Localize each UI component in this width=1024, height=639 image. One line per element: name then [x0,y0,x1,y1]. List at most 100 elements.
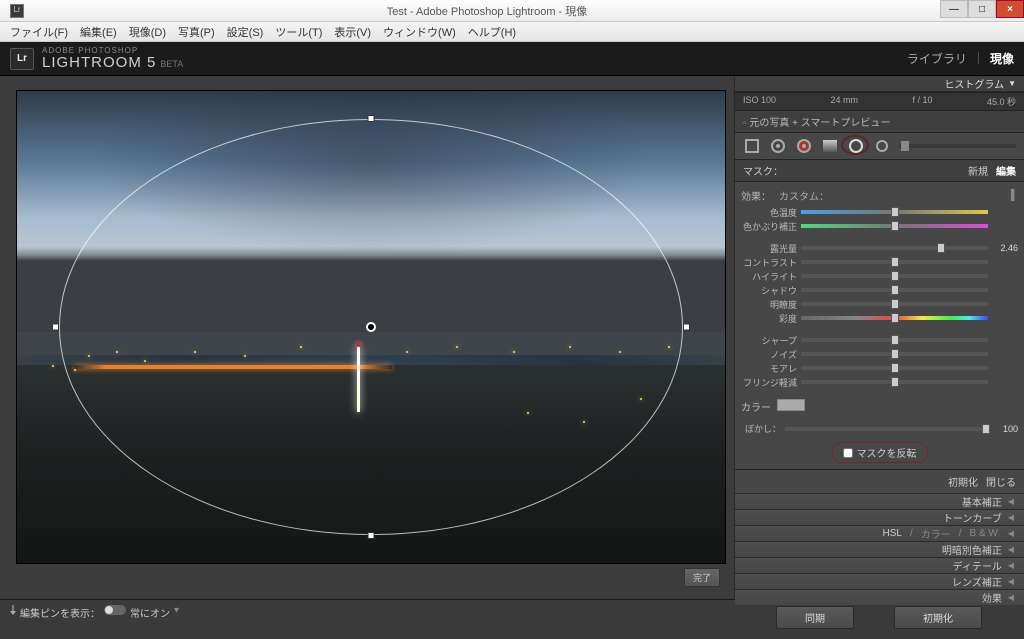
lbl-shadows: シャドウ [741,284,797,297]
close-filter[interactable]: 閉じる [986,474,1016,489]
lbl-exposure: 露光量 [741,242,797,255]
panel-splittone[interactable]: 明暗別色補正◀ [735,541,1024,557]
menu-tool[interactable]: ツール(T) [269,24,328,40]
reset-filter[interactable]: 初期化 [948,474,978,489]
val-feather: 100 [992,424,1018,434]
pin-icon [10,605,16,615]
brush-tool-icon[interactable] [873,137,891,155]
panel-tonecurve[interactable]: トーンカーブ◀ [735,509,1024,525]
chevron-icon: ◀ [1008,529,1014,538]
exif-focal: 24 mm [831,95,859,108]
histogram[interactable] [735,92,1024,93]
lbl-moire: モアレ [741,362,797,375]
module-sep: | [977,50,980,67]
window-controls: — □ × [940,0,1024,21]
panel-lens[interactable]: レンズ補正◀ [735,573,1024,589]
exif-row: ISO 100 24 mm f / 10 45.0 秒 [735,93,1024,111]
feather-row: ぼかし： 100 [735,418,1024,439]
brand-big: LIGHTROOM 5 [42,54,156,71]
histogram-header[interactable]: ヒストグラム ▼ [735,76,1024,92]
menu-file[interactable]: ファイル(F) [4,24,74,40]
crop-tool-icon[interactable] [743,137,761,155]
menu-window[interactable]: ウィンドウ(W) [377,24,462,40]
footer: 編集ピンを表示： 常にオン ▾ 同期 初期化 [0,599,1024,639]
minimize-button[interactable]: — [940,0,968,18]
slider-highlights[interactable] [801,274,988,278]
slider-fringe[interactable] [801,380,988,384]
panel-toggle-icon[interactable]: ▌ [1011,190,1018,201]
slider-shadows[interactable] [801,288,988,292]
lbl-temp: 色温度 [741,206,797,219]
brand: ADOBE PHOTOSHOP LIGHTROOM 5BETA [42,47,183,70]
chevron-icon: ◀ [1008,497,1014,506]
redeye-tool-icon[interactable] [795,137,813,155]
radial-center-pin[interactable] [366,322,376,332]
slider-saturation[interactable] [801,316,988,320]
module-develop[interactable]: 現像 [990,50,1014,67]
done-button[interactable]: 完了 [684,568,720,587]
module-library[interactable]: ライブラリ [907,50,967,67]
lbl-tint: 色かぶり補正 [741,220,797,233]
histogram-label: ヒストグラム [944,76,1004,91]
orig-preview-label: 元の写真 + スマートプレビュー [749,118,890,129]
panel-detail[interactable]: ディテール◀ [735,557,1024,573]
brand-beta: BETA [160,59,183,69]
spot-tool-icon[interactable] [769,137,787,155]
brush-size-slider[interactable] [899,144,1016,148]
slider-temp[interactable] [801,210,988,214]
lbl-saturation: 彩度 [741,312,797,325]
photo-canvas[interactable] [16,90,726,564]
module-switcher: ライブラリ | 現像 [907,50,1014,67]
chevron-down-icon: ▼ [1008,79,1016,88]
radial-tool-icon[interactable] [847,137,865,155]
menu-photo[interactable]: 写真(P) [172,24,221,40]
invert-check[interactable] [843,448,853,458]
menu-settings[interactable]: 設定(S) [221,24,270,40]
app-icon: Lr [0,4,34,18]
sync-button[interactable]: 同期 [776,606,854,629]
menu-view[interactable]: 表示(V) [328,24,377,40]
effect-panel: 効果：カスタム：▌ 色温度 色かぶり補正 露光量2.46 コントラスト ハイライ… [735,182,1024,395]
menu-help[interactable]: ヘルプ(H) [462,24,522,40]
pins-toggle[interactable] [104,605,126,615]
main-area: 完了 ヒストグラム ▼ ISO 100 24 mm f / 10 45.0 秒 元… [0,76,1024,599]
slider-feather[interactable] [785,427,988,431]
close-button[interactable]: × [996,0,1024,18]
menu-develop[interactable]: 現像(D) [123,24,172,40]
canvas-toolbar: 完了 [16,564,726,591]
slider-clarity[interactable] [801,302,988,306]
panel-basic[interactable]: 基本補正◀ [735,493,1024,509]
handle-right[interactable] [683,324,690,331]
slider-tint[interactable] [801,224,988,228]
effect-custom[interactable]: カスタム： [779,188,829,203]
handle-bottom[interactable] [368,532,375,539]
invert-mask-checkbox[interactable]: マスクを反転 [832,442,928,463]
lbl-highlights: ハイライト [741,270,797,283]
original-preview-row[interactable]: 元の写真 + スマートプレビュー [735,111,1024,133]
lr-logo: Lr [10,48,34,70]
slider-exposure[interactable] [801,246,988,250]
color-swatch[interactable] [777,399,805,411]
handle-left[interactable] [52,324,59,331]
gradient-tool-icon[interactable] [821,137,839,155]
slider-sharpness[interactable] [801,338,988,342]
always-on[interactable]: 常にオン [130,605,170,620]
exif-shutter: 45.0 秒 [987,95,1016,108]
menu-edit[interactable]: 編集(E) [74,24,123,40]
panel-hsl[interactable]: HSL/カラー/B & W◀ [735,525,1024,541]
right-sidebar: ヒストグラム ▼ ISO 100 24 mm f / 10 45.0 秒 元の写真… [734,76,1024,599]
slider-contrast[interactable] [801,260,988,264]
slider-noise[interactable] [801,352,988,356]
mask-edit[interactable]: 編集 [996,163,1016,178]
chevron-down-icon[interactable]: ▾ [174,605,179,616]
reset-button[interactable]: 初期化 [894,606,982,629]
maximize-button[interactable]: □ [968,0,996,18]
highlight-marker [841,135,869,155]
local-tool-strip [735,133,1024,160]
handle-top[interactable] [368,115,375,122]
lbl-noise: ノイズ [741,348,797,361]
mask-label: マスク： [743,163,783,178]
slider-moire[interactable] [801,366,988,370]
mask-new[interactable]: 新規 [968,163,988,178]
chevron-icon: ◀ [1008,577,1014,586]
